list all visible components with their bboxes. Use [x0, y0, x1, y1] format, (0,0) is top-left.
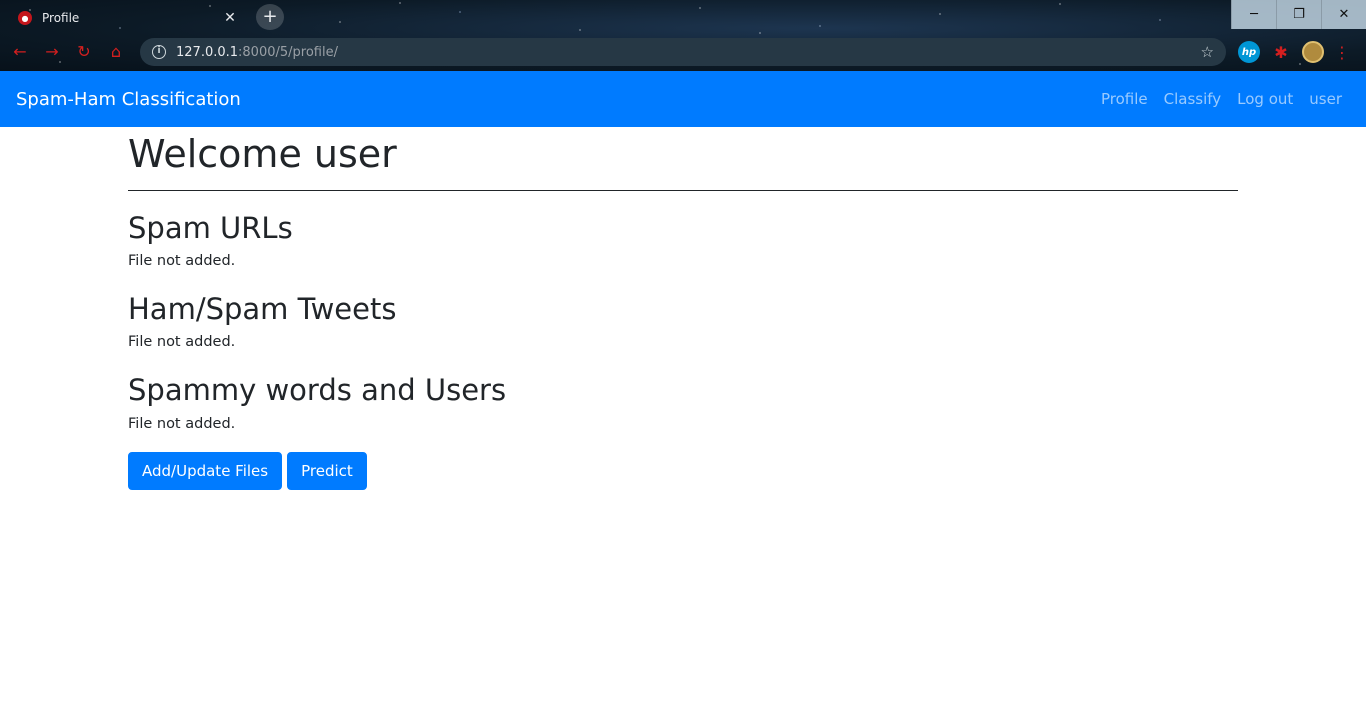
nav-link-classify[interactable]: Classify — [1156, 90, 1230, 108]
window-controls: ─ ❐ ✕ — [1231, 0, 1366, 29]
section-heading-spam-urls: Spam URLs — [128, 210, 293, 245]
site-info-icon[interactable]: i — [152, 45, 166, 59]
url-text[interactable]: 127.0.0.1:8000/5/profile/ — [176, 45, 1191, 60]
section-heading-ham-spam-tweets: Ham/Spam Tweets — [128, 291, 397, 326]
close-window-icon[interactable]: ✕ — [1321, 0, 1366, 29]
navbar-brand[interactable]: Spam-Ham Classification — [16, 89, 241, 110]
hp-extension-icon[interactable]: hp — [1238, 41, 1260, 63]
tab-close-icon[interactable]: ✕ — [222, 10, 238, 26]
page-title: Welcome user — [128, 132, 397, 176]
tab-favicon-icon: ● — [18, 11, 32, 25]
reload-icon[interactable]: ↻ — [72, 40, 96, 64]
predict-button[interactable]: Predict — [287, 451, 367, 490]
extension-icons: hp ✱ ⋮ — [1238, 41, 1350, 63]
profile-avatar[interactable] — [1302, 41, 1324, 63]
title-divider — [128, 189, 1238, 191]
section-status-spammy-words: File not added. — [128, 415, 236, 432]
browser-nav-buttons: ← → ↻ ⌂ — [8, 40, 128, 64]
browser-menu-icon[interactable]: ⋮ — [1334, 43, 1350, 62]
nav-link-logout[interactable]: Log out — [1229, 90, 1301, 108]
minimize-icon[interactable]: ─ — [1231, 0, 1276, 29]
browser-tab[interactable]: ● Profile ✕ — [8, 4, 248, 32]
bookmark-star-icon[interactable]: ☆ — [1201, 43, 1214, 61]
navbar: Spam-Ham Classification Profile Classify… — [0, 71, 1366, 127]
restore-icon[interactable]: ❐ — [1276, 0, 1321, 29]
main-content: Welcome user Spam URLs File not added. H… — [128, 127, 1238, 490]
section-status-ham-spam-tweets: File not added. — [128, 334, 236, 351]
home-icon[interactable]: ⌂ — [104, 40, 128, 64]
nav-link-profile[interactable]: Profile — [1093, 90, 1156, 108]
puzzle-extension-icon[interactable]: ✱ — [1270, 41, 1292, 63]
section-heading-spammy-words: Spammy words and Users — [128, 372, 507, 407]
tab-title: Profile — [42, 11, 80, 25]
section-status-spam-urls: File not added. — [128, 253, 236, 270]
back-arrow-icon[interactable]: ← — [8, 40, 32, 64]
browser-chrome: ● Profile ✕ + ─ ❐ ✕ ← → ↻ ⌂ i 127.0.0.1:… — [0, 0, 1366, 71]
action-buttons: Add/Update Files Predict — [128, 451, 1238, 490]
navbar-links: Profile Classify Log out user — [1093, 90, 1350, 108]
new-tab-button[interactable]: + — [256, 4, 284, 30]
forward-arrow-icon[interactable]: → — [40, 40, 64, 64]
address-bar[interactable]: i 127.0.0.1:8000/5/profile/ ☆ — [140, 38, 1226, 66]
add-update-files-button[interactable]: Add/Update Files — [128, 451, 283, 490]
nav-link-user[interactable]: user — [1301, 90, 1350, 108]
